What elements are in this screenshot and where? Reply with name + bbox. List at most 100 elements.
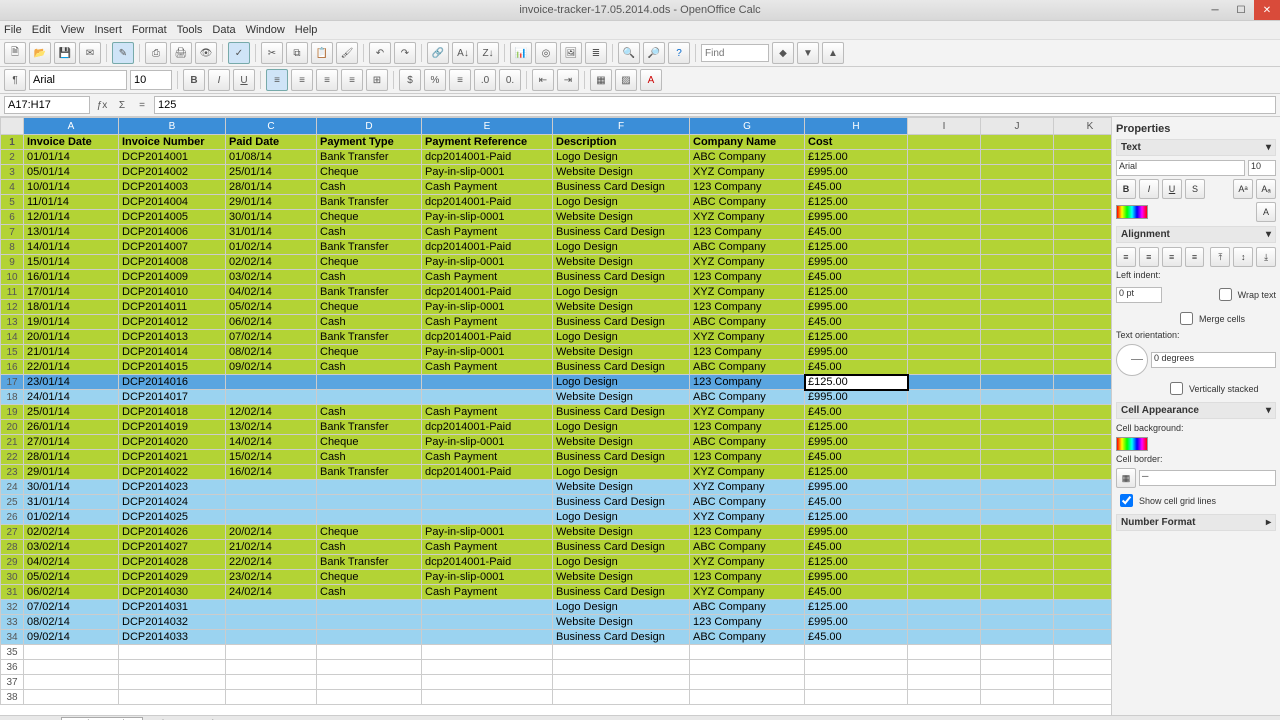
cell[interactable]: 14/02/14 [226, 435, 317, 450]
cell[interactable]: 04/02/14 [226, 285, 317, 300]
cell[interactable]: £125.00 [805, 465, 908, 480]
increase-indent-icon[interactable]: ⇥ [557, 69, 579, 91]
cell[interactable]: Website Design [553, 300, 690, 315]
row-header[interactable]: 13 [1, 315, 24, 330]
cell[interactable]: 15/01/14 [24, 255, 119, 270]
column-header-F[interactable]: F [553, 118, 690, 135]
cell[interactable]: Bank Transfer [317, 555, 422, 570]
cell[interactable]: 27/01/14 [24, 435, 119, 450]
cell[interactable]: Cash [317, 225, 422, 240]
cell[interactable]: dcp2014001-Paid [422, 330, 553, 345]
cell[interactable]: DCP2014024 [119, 495, 226, 510]
row-header[interactable]: 16 [1, 360, 24, 375]
cell[interactable]: Website Design [553, 435, 690, 450]
cell[interactable]: £45.00 [805, 270, 908, 285]
text-section[interactable]: Text▾ [1116, 139, 1276, 156]
find-next-icon[interactable]: ▼ [797, 42, 819, 64]
cell[interactable]: XYZ Company [690, 330, 805, 345]
panel-super-icon[interactable]: Aᵃ [1233, 179, 1253, 199]
sort-desc-icon[interactable]: Z↓ [477, 42, 499, 64]
cell[interactable]: 09/02/14 [24, 630, 119, 645]
row-header[interactable]: 18 [1, 390, 24, 405]
panel-font-combo[interactable]: Arial [1116, 160, 1245, 176]
cell[interactable]: DCP2014032 [119, 615, 226, 630]
cell[interactable]: 21/01/14 [24, 345, 119, 360]
column-header-I[interactable]: I [908, 118, 981, 135]
cell[interactable]: £45.00 [805, 405, 908, 420]
table-header-cell[interactable]: Invoice Date [24, 135, 119, 150]
cell[interactable]: Pay-in-slip-0001 [422, 210, 553, 225]
cell[interactable]: 123 Company [690, 615, 805, 630]
cell-bg-picker[interactable] [1116, 437, 1148, 451]
cell[interactable]: £995.00 [805, 255, 908, 270]
menu-tools[interactable]: Tools [177, 24, 203, 36]
row-header[interactable]: 31 [1, 585, 24, 600]
menu-window[interactable]: Window [246, 24, 285, 36]
cell[interactable]: £125.00 [805, 375, 908, 390]
cell[interactable] [317, 630, 422, 645]
cell[interactable]: Pay-in-slip-0001 [422, 300, 553, 315]
cell[interactable]: DCP2014028 [119, 555, 226, 570]
row-header[interactable]: 37 [1, 675, 24, 690]
table-header-cell[interactable]: Invoice Number [119, 135, 226, 150]
cell[interactable]: DCP2014011 [119, 300, 226, 315]
panel-align-center-icon[interactable]: ≡ [1139, 247, 1159, 267]
cell[interactable]: Logo Design [553, 420, 690, 435]
cell[interactable]: Bank Transfer [317, 195, 422, 210]
cell[interactable]: DCP2014003 [119, 180, 226, 195]
cell[interactable]: Pay-in-slip-0001 [422, 570, 553, 585]
save-icon[interactable]: 💾 [54, 42, 76, 64]
find-all-icon[interactable]: ▲ [822, 42, 844, 64]
orientation-dial[interactable] [1116, 344, 1148, 376]
cell[interactable]: Cash [317, 450, 422, 465]
datasources-icon[interactable]: ≣ [585, 42, 607, 64]
cell[interactable]: £995.00 [805, 345, 908, 360]
cell[interactable]: £995.00 [805, 570, 908, 585]
cell[interactable]: Business Card Design [553, 540, 690, 555]
cell[interactable]: 123 Company [690, 180, 805, 195]
row-header[interactable]: 36 [1, 660, 24, 675]
cell[interactable]: Cash Payment [422, 225, 553, 240]
border-style-icon[interactable]: ▦ [1116, 468, 1136, 488]
cell[interactable]: £45.00 [805, 630, 908, 645]
cell[interactable]: XYZ Company [690, 285, 805, 300]
menu-data[interactable]: Data [212, 24, 235, 36]
cell[interactable]: Website Design [553, 525, 690, 540]
cell[interactable]: ABC Company [690, 315, 805, 330]
cell[interactable]: 02/02/14 [24, 525, 119, 540]
cell[interactable] [422, 390, 553, 405]
cell[interactable]: £995.00 [805, 210, 908, 225]
cell[interactable]: DCP2014029 [119, 570, 226, 585]
cell[interactable]: Bank Transfer [317, 150, 422, 165]
cell[interactable]: Cash [317, 270, 422, 285]
align-justify-icon[interactable]: ≡ [341, 69, 363, 91]
cell[interactable]: 24/02/14 [226, 585, 317, 600]
cell[interactable]: XYZ Company [690, 165, 805, 180]
paste-icon[interactable]: 📋 [311, 42, 333, 64]
cell[interactable] [422, 375, 553, 390]
menu-file[interactable]: File [4, 24, 22, 36]
cell[interactable]: 29/01/14 [226, 195, 317, 210]
cell[interactable]: 18/01/14 [24, 300, 119, 315]
cell[interactable]: £45.00 [805, 315, 908, 330]
cell[interactable]: DCP2014023 [119, 480, 226, 495]
cell[interactable] [226, 375, 317, 390]
column-header-J[interactable]: J [981, 118, 1054, 135]
styles-icon[interactable]: ¶ [4, 69, 26, 91]
formula-input[interactable] [154, 96, 1276, 114]
cell[interactable]: XYZ Company [690, 585, 805, 600]
cell[interactable]: 123 Company [690, 570, 805, 585]
table-header-cell[interactable]: Company Name [690, 135, 805, 150]
cell[interactable]: £125.00 [805, 420, 908, 435]
print-icon[interactable]: 🖨 [170, 42, 192, 64]
cell[interactable]: DCP2014006 [119, 225, 226, 240]
zoom-icon[interactable]: 🔎 [643, 42, 665, 64]
cell[interactable]: Cheque [317, 525, 422, 540]
cell[interactable]: 01/02/14 [24, 510, 119, 525]
cell[interactable]: £995.00 [805, 615, 908, 630]
sum-icon[interactable]: Σ [114, 97, 130, 113]
cell[interactable]: dcp2014001-Paid [422, 240, 553, 255]
sheet-tab[interactable]: Invoice Tracker [61, 717, 143, 720]
number-format-section[interactable]: Number Format▸ [1116, 514, 1276, 531]
wrap-text-checkbox[interactable] [1219, 288, 1232, 301]
